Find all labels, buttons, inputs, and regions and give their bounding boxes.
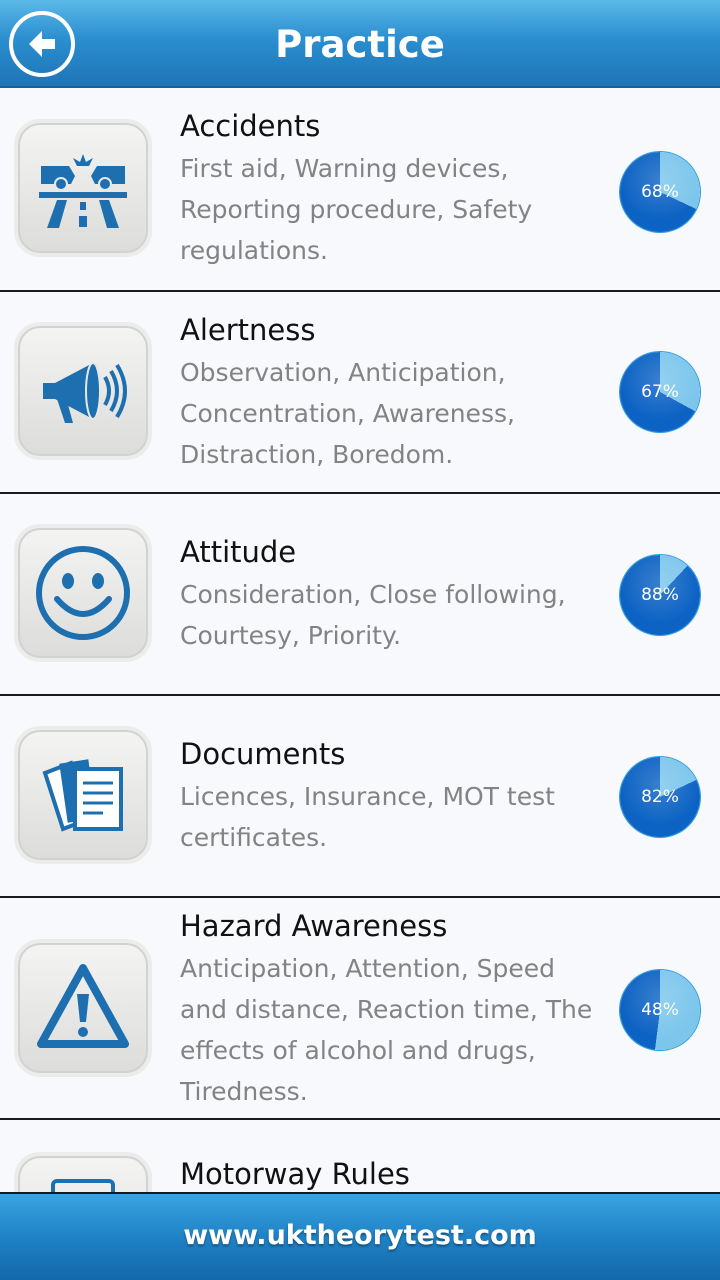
topic-icon-tile bbox=[14, 726, 152, 864]
desc-line: Concentration, Awareness, bbox=[180, 399, 515, 428]
documents-icon bbox=[42, 759, 123, 832]
topic-text: Motorway Rules bbox=[180, 1156, 600, 1192]
practice-topic-list[interactable]: Accidents First aid, Warning devices, Re… bbox=[0, 88, 720, 1192]
topic-text: Attitude Consideration, Close following,… bbox=[180, 534, 600, 656]
road-crash-icon bbox=[39, 154, 127, 228]
desc-line: First aid, Warning devices, bbox=[180, 154, 509, 183]
progress-pie: 48% bbox=[620, 970, 700, 1050]
list-item-attitude[interactable]: Attitude Consideration, Close following,… bbox=[0, 494, 720, 696]
desc-line: effects of alcohol and drugs, bbox=[180, 1036, 536, 1065]
progress-percent: 82% bbox=[641, 787, 679, 807]
page-title: Practice bbox=[275, 23, 445, 66]
desc-line: Observation, Anticipation, bbox=[180, 358, 506, 387]
topic-description: First aid, Warning devices, Reporting pr… bbox=[180, 148, 600, 271]
progress-percent: 68% bbox=[641, 182, 679, 202]
desc-line: Reporting procedure, Safety bbox=[180, 195, 533, 224]
desc-line: Licences, Insurance, MOT test bbox=[180, 782, 555, 811]
topic-icon-tile bbox=[14, 1152, 152, 1192]
smiley-icon bbox=[36, 546, 130, 640]
topic-text: Hazard Awareness Anticipation, Attention… bbox=[180, 908, 600, 1112]
topic-icon-tile bbox=[14, 939, 152, 1077]
topic-title: Accidents bbox=[180, 109, 321, 143]
warning-triangle-icon bbox=[37, 964, 129, 1048]
desc-line: certificates. bbox=[180, 823, 328, 852]
progress-pie: 67% bbox=[620, 352, 700, 432]
topic-description: Observation, Anticipation, Concentration… bbox=[180, 352, 600, 475]
topic-text: Accidents First aid, Warning devices, Re… bbox=[180, 108, 600, 271]
topic-icon-tile bbox=[14, 322, 152, 460]
desc-line: and distance, Reaction time, The bbox=[180, 995, 593, 1024]
desc-line: Tiredness. bbox=[180, 1077, 308, 1106]
topic-description: Consideration, Close following, Courtesy… bbox=[180, 574, 600, 656]
topic-description: Anticipation, Attention, Speed and dista… bbox=[180, 948, 600, 1112]
speed-sign-icon bbox=[51, 1179, 115, 1192]
desc-line: Anticipation, Attention, Speed bbox=[180, 954, 555, 983]
progress-percent: 67% bbox=[641, 382, 679, 402]
megaphone-icon bbox=[43, 362, 127, 423]
desc-line: Courtesy, Priority. bbox=[180, 621, 402, 650]
progress-percent: 88% bbox=[641, 585, 679, 605]
topic-icon-tile bbox=[14, 119, 152, 257]
topic-title: Hazard Awareness bbox=[180, 909, 448, 943]
topic-title: Documents bbox=[180, 737, 346, 771]
list-item-motorway-rules[interactable]: Motorway Rules bbox=[0, 1120, 720, 1192]
progress-percent: 48% bbox=[641, 1000, 679, 1020]
topic-text: Alertness Observation, Anticipation, Con… bbox=[180, 312, 600, 475]
topic-title: Attitude bbox=[180, 535, 297, 569]
topic-description: Licences, Insurance, MOT test certificat… bbox=[180, 776, 600, 858]
desc-line: Consideration, Close following, bbox=[180, 580, 566, 609]
list-item-hazard-awareness[interactable]: Hazard Awareness Anticipation, Attention… bbox=[0, 898, 720, 1120]
website-footer[interactable]: www.uktheorytest.com bbox=[0, 1192, 720, 1280]
list-item-accidents[interactable]: Accidents First aid, Warning devices, Re… bbox=[0, 88, 720, 292]
list-item-alertness[interactable]: Alertness Observation, Anticipation, Con… bbox=[0, 292, 720, 494]
topic-text: Documents Licences, Insurance, MOT test … bbox=[180, 736, 600, 858]
header-bar: Practice bbox=[0, 0, 720, 88]
desc-line: Distraction, Boredom. bbox=[180, 440, 454, 469]
list-item-documents[interactable]: Documents Licences, Insurance, MOT test … bbox=[0, 696, 720, 898]
progress-pie: 82% bbox=[620, 757, 700, 837]
progress-pie: 68% bbox=[620, 152, 700, 232]
desc-line: regulations. bbox=[180, 236, 328, 265]
topic-icon-tile bbox=[14, 524, 152, 662]
topic-title: Motorway Rules bbox=[180, 1157, 410, 1191]
progress-pie: 88% bbox=[620, 555, 700, 635]
topic-title: Alertness bbox=[180, 313, 316, 347]
